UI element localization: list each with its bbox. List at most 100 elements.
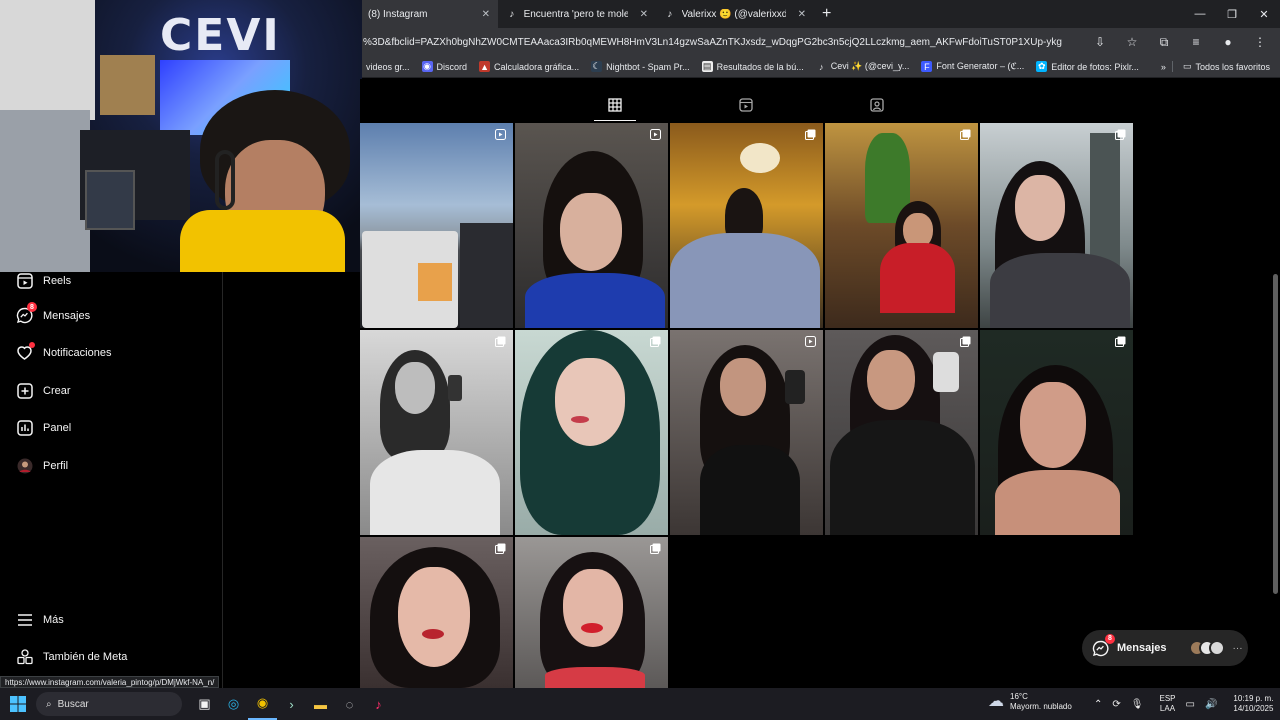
nav-messages[interactable]: 8 Mensajes [16,302,90,324]
bookmark-star-icon[interactable]: ☆ [1120,32,1144,52]
portrait-face [560,193,622,271]
clock[interactable]: 10:19 p. m. 14/10/2025 [1233,694,1273,714]
page-scrollbar[interactable] [1271,79,1280,688]
post-tile[interactable] [670,330,823,535]
post-tile[interactable] [825,330,978,535]
post-tile[interactable] [360,537,513,688]
terminal-icon[interactable]: › [277,688,306,720]
close-icon[interactable]: ✕ [482,9,490,20]
tab-tiktok-search[interactable]: ♪ Encuentra 'pero te molesta' en ✕ [498,0,656,28]
microphone-icon[interactable]: 🎙 [1131,699,1144,710]
nav-label: Reels [43,274,72,287]
window-controls: — ❐ ✕ [1184,0,1280,28]
post-tile[interactable] [360,123,513,328]
menu-kebab-icon[interactable]: ⋮ [1248,32,1272,52]
bookmark-item[interactable]: ▲ Calculadora gráfica... [473,61,585,72]
portrait-clothes [880,243,955,313]
post-tile[interactable] [515,123,668,328]
messages-floating-button[interactable]: 8 Mensajes ··· [1082,630,1248,666]
link-status-url: https://www.instagram.com/valeria_pintog… [0,676,220,688]
tiktok-icon: ♪ [667,8,673,20]
bar-chart-icon [16,419,33,436]
scrollbar-thumb[interactable] [1273,274,1278,594]
tab-label: Encuentra 'pero te molesta' en [523,8,628,20]
bookmark-item[interactable]: ☾ Nightbot - Spam Pr... [585,61,696,72]
volume-icon[interactable]: 🔊 [1205,699,1217,710]
nav-notifications[interactable]: Notificaciones [16,342,111,361]
tab-tiktok-profile[interactable]: ♪ Valerixx 🙂 (@valerixxd) | TikTo ✕ [656,0,814,28]
portrait-face [563,569,623,647]
bookmark-label: Cevi ✨ (@cevi_y... [830,61,910,71]
portrait-face [555,358,625,446]
notification-dot [29,342,35,348]
file-explorer-icon[interactable]: ▬ [306,688,335,720]
bookmark-item[interactable]: videos gr... [360,62,416,72]
webcam-pc-case [85,170,135,230]
bookmark-item[interactable]: ✿ Editor de fotos: Pixlr... [1030,61,1145,72]
tagged-tab[interactable] [869,97,885,113]
task-view-icon[interactable]: ▣ [190,688,219,720]
weather-widget[interactable]: ☁ 16°C Mayorm. nublado [988,692,1072,712]
language-indicator[interactable]: ESP LAA [1159,694,1175,714]
network-icon[interactable]: ▭ [1186,699,1195,710]
close-icon[interactable]: ✕ [640,9,648,20]
bookmark-item[interactable]: ♪ Cevi ✨ (@cevi_y... [810,61,916,72]
close-window-icon[interactable]: ✕ [1248,0,1280,28]
portrait-face [867,350,915,410]
windows-start-button[interactable] [0,688,36,720]
url-field[interactable]: %3D&fbclid=PAZXh0bgNhZW0CMTEAAaca3IRb0qM… [360,37,1088,48]
nav-reels[interactable]: Reels [16,272,71,289]
new-tab-button[interactable]: + [814,5,839,23]
bookmark-item[interactable]: ▤ Resultados de la bú... [696,61,810,72]
font-icon: F [921,61,933,72]
portrait-clothes [670,233,820,328]
nav-dashboard[interactable]: Panel [16,419,71,436]
post-tile[interactable] [670,123,823,328]
bookmark-item[interactable]: F Font Generator – (ℭ... [915,61,1030,72]
post-tile[interactable] [825,123,978,328]
search-placeholder: Buscar [57,698,89,710]
minimize-icon[interactable]: — [1184,0,1216,28]
tiktok-app-icon[interactable]: ♪ [364,688,393,720]
plus-square-icon [16,382,33,399]
portrait-clothes [700,445,800,535]
taskbar-search[interactable]: ⌕ Buscar [36,692,182,716]
nav-more[interactable]: Más [16,611,64,628]
webcam-poster [0,0,95,120]
tagged-icon [870,98,884,112]
portrait-clothes [525,273,665,328]
portrait-clothes [545,667,645,688]
post-tile[interactable] [980,330,1133,535]
avatar [16,457,33,474]
restore-icon[interactable]: ❐ [1216,0,1248,28]
media-control-icon[interactable]: ≡ [1184,32,1208,52]
chrome-icon[interactable]: ◉ [248,688,277,720]
nav-profile[interactable]: Perfil [16,457,68,474]
browser-tab-strip: (8) Instagram ✕ ♪ Encuentra 'pero te mol… [360,0,1280,28]
lips [581,623,603,633]
bookmarks-overflow-button[interactable]: » [1155,62,1172,72]
sync-icon[interactable]: ⟳ [1112,699,1120,710]
install-app-icon[interactable]: ⇩ [1088,32,1112,52]
post-tile[interactable] [515,330,668,535]
carousel-icon [495,543,506,554]
nav-also-from-meta[interactable]: También de Meta [16,648,127,665]
extensions-icon[interactable]: ⧉ [1152,32,1176,52]
windows-logo-icon [10,696,26,712]
post-tile[interactable] [980,123,1133,328]
edge-icon[interactable]: ◎ [219,688,248,720]
obs-icon[interactable]: ◌ [335,688,364,720]
post-tile[interactable] [515,537,668,688]
nav-create[interactable]: Crear [16,382,71,399]
webcam-headset [215,150,235,210]
reels-tab[interactable] [738,97,754,113]
tab-instagram[interactable]: (8) Instagram ✕ [360,0,498,28]
chevron-up-icon[interactable]: ⌃ [1094,699,1102,710]
close-icon[interactable]: ✕ [798,9,806,20]
profile-avatar-icon[interactable]: ● [1216,32,1240,52]
all-bookmarks-button[interactable]: ▭ Todos los favoritos [1171,61,1280,72]
posts-tab[interactable] [594,97,636,121]
portrait-clothes [830,420,975,535]
bookmark-item[interactable]: ◉ Discord [416,61,474,72]
post-tile[interactable] [360,330,513,535]
